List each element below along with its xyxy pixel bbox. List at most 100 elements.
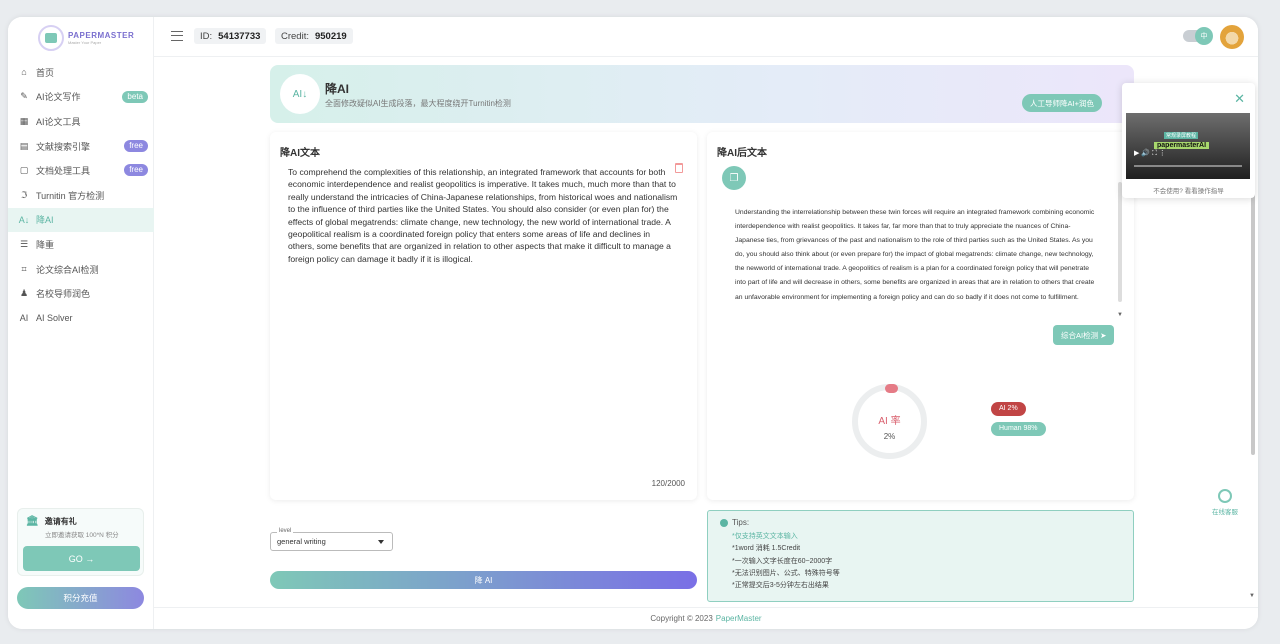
level-label: level bbox=[277, 527, 294, 535]
output-text: Understanding the interrelationship betw… bbox=[735, 209, 1095, 301]
human-mentor-button[interactable]: 人工导师降AI+润色 bbox=[1022, 94, 1102, 112]
human-percent-badge: Human 98% bbox=[991, 422, 1046, 436]
level-select[interactable]: level general writing bbox=[270, 527, 393, 551]
page-banner: AI↓ 降AI 全面修改疑似AI生成段落，最大程度绕开Turnitin检测 人工… bbox=[270, 65, 1134, 123]
sidebar-item[interactable]: ☰ 降重 bbox=[8, 232, 154, 257]
copy-icon[interactable]: ❐ bbox=[722, 166, 746, 190]
sidebar-item-label: AI Solver bbox=[36, 313, 73, 324]
info-icon bbox=[720, 518, 728, 527]
user-id-chip: ID: 54137733 bbox=[194, 28, 267, 44]
input-textarea[interactable]: To comprehend the complexities of this r… bbox=[288, 166, 678, 265]
bank-icon: 🏛 bbox=[26, 516, 39, 527]
sidebar-item[interactable]: ⌂ 首页 bbox=[8, 60, 154, 85]
sidebar-item[interactable]: ▢ 文档处理工具 free bbox=[8, 158, 154, 183]
sidebar: PAPERMASTER Master Your Paper ⌂ 首页 ✎ AI论文写作… bbox=[8, 17, 154, 629]
footer: Copyright © 2023 PaperMaster bbox=[154, 607, 1258, 629]
logo-mark-icon bbox=[38, 25, 64, 51]
sidebar-badge: beta bbox=[122, 90, 148, 103]
tips-title: Tips: bbox=[732, 518, 750, 527]
sidebar-item-label: 论文综合AI检测 bbox=[36, 264, 99, 275]
sidebar-item[interactable]: ℑ Turnitin 官方检测 bbox=[8, 183, 154, 208]
tips-box: Tips: *仅支持英文文本输入 *1word 消耗 1.5Credit *一次… bbox=[707, 510, 1134, 602]
book-icon: ▤ bbox=[19, 140, 29, 151]
user-id-label: ID: bbox=[200, 30, 213, 42]
turnitin-icon: ℑ bbox=[20, 189, 28, 200]
reduce-ai-submit-button[interactable]: 降 AI bbox=[270, 571, 697, 589]
footer-brand-link[interactable]: PaperMaster bbox=[716, 614, 762, 623]
reduce-dup-icon: ☰ bbox=[19, 238, 29, 249]
page-scroll-down-icon[interactable]: ▼ bbox=[1249, 593, 1255, 599]
output-panel-title: 降AI后文本 bbox=[717, 148, 767, 159]
app-window: PAPERMASTER Master Your Paper ⌂ 首页 ✎ AI论文写作… bbox=[8, 17, 1258, 629]
chevron-down-icon bbox=[378, 540, 384, 544]
online-service-button[interactable]: 在线客服 bbox=[1210, 489, 1240, 516]
sidebar-item[interactable]: ▦ AI论文工具 bbox=[8, 109, 154, 134]
sidebar-item[interactable]: ♟ 名校导师润色 bbox=[8, 281, 154, 306]
sidebar-badge: free bbox=[124, 139, 148, 152]
page-subtitle: 全面修改疑似AI生成段落，最大程度绕开Turnitin检测 bbox=[325, 99, 511, 108]
sidebar-item-label: 文档处理工具 bbox=[36, 166, 91, 177]
tips-list: *仅支持英文文本输入 *1word 消耗 1.5Credit *一次输入文字长度… bbox=[732, 531, 840, 592]
logo-tagline: Master Your Paper bbox=[68, 40, 102, 45]
home-icon: ⌂ bbox=[21, 67, 27, 78]
output-scrollbar[interactable] bbox=[1118, 182, 1122, 302]
edit-icon: ✎ bbox=[20, 91, 28, 102]
input-panel-title: 降AI文本 bbox=[280, 148, 320, 159]
ai-rate-gauge: AI 率 2% bbox=[852, 384, 927, 459]
invite-title: 邀请有礼 bbox=[44, 517, 77, 526]
page-title: 降AI bbox=[325, 82, 350, 96]
word-count: 120/2000 bbox=[651, 479, 685, 488]
sidebar-item-label: Turnitin 官方检测 bbox=[36, 190, 105, 201]
video-progress-bar[interactable] bbox=[1134, 165, 1242, 167]
sidebar-item[interactable]: ⌗ 论文综合AI检测 bbox=[8, 257, 154, 282]
copyright-text: Copyright © 2023 bbox=[650, 614, 713, 623]
ai-percent-badge: AI 2% bbox=[991, 402, 1026, 416]
gauge-label: AI 率 bbox=[878, 416, 901, 427]
sidebar-item-label: 文献搜索引擎 bbox=[36, 141, 91, 152]
headset-icon bbox=[1218, 489, 1232, 503]
sidebar-item-label: 降AI bbox=[36, 215, 54, 226]
invite-go-button[interactable]: GO → bbox=[23, 546, 140, 571]
sidebar-item-label: 首页 bbox=[36, 67, 55, 78]
main-content: AI↓ 降AI 全面修改疑似AI生成段落，最大程度绕开Turnitin检测 人工… bbox=[154, 57, 1258, 629]
scan-icon: ⌗ bbox=[21, 263, 27, 274]
credit-label: Credit: bbox=[281, 30, 309, 42]
sidebar-item[interactable]: AI AI Solver bbox=[8, 306, 154, 331]
gauge-value: 2% bbox=[883, 432, 896, 441]
user-id-value: 54137733 bbox=[218, 30, 261, 42]
sidebar-item[interactable]: ▤ 文献搜索引擎 free bbox=[8, 134, 154, 159]
close-icon[interactable]: ✕ bbox=[1234, 91, 1245, 107]
reduce-ai-icon: AI↓ bbox=[280, 74, 320, 114]
online-service-label: 在线客服 bbox=[1212, 509, 1238, 516]
credit-value: 950219 bbox=[314, 30, 347, 42]
hamburger-menu-icon[interactable] bbox=[171, 31, 183, 41]
avatar[interactable] bbox=[1220, 25, 1244, 49]
level-value: general writing bbox=[277, 537, 326, 546]
language-toggle[interactable]: 中 bbox=[1183, 27, 1213, 45]
logo-text: PAPERMASTER bbox=[68, 31, 135, 40]
logo[interactable]: PAPERMASTER Master Your Paper bbox=[38, 25, 134, 51]
sidebar-item-label: AI论文写作 bbox=[36, 92, 81, 103]
sidebar-item-label: 降重 bbox=[36, 239, 55, 250]
tip-item: *仅支持英文文本输入 bbox=[732, 533, 798, 540]
invite-card: 🏛 邀请有礼 立即邀请获取 100*N 积分 GO → bbox=[17, 508, 144, 576]
tip-item: *正常提交后3-5分钟左右出结果 bbox=[732, 582, 829, 590]
recharge-button[interactable]: 积分充值 bbox=[17, 587, 144, 609]
sidebar-badge: free bbox=[124, 164, 148, 177]
tip-item: *一次输入文字长度在60~2000字 bbox=[732, 557, 833, 565]
document-icon: ▢ bbox=[19, 165, 29, 176]
ai-detect-button[interactable]: 综合AI检测 ➤ bbox=[1053, 325, 1115, 345]
video-controls[interactable]: ▶ 🔊 ⛶ ⋮ bbox=[1134, 149, 1166, 158]
tools-icon: ▦ bbox=[19, 115, 29, 126]
mentor-icon: ♟ bbox=[19, 288, 29, 299]
video-player[interactable]: 常规录屏教程 papermasterAI ▶ 🔊 ⛶ ⋮ bbox=[1126, 113, 1250, 179]
reduce-ai-icon: A↓ bbox=[18, 214, 30, 225]
video-top-label: 常规录屏教程 bbox=[1164, 132, 1199, 139]
output-panel: 降AI后文本 ❐ Understanding the interrelation… bbox=[707, 132, 1134, 500]
sidebar-item[interactable]: A↓ 降AI bbox=[8, 207, 154, 233]
scroll-down-icon[interactable]: ▼ bbox=[1117, 312, 1123, 318]
language-knob: 中 bbox=[1195, 27, 1213, 45]
video-title: papermasterAI bbox=[1154, 142, 1210, 149]
video-hint[interactable]: 不会使用? 看看操作指导 bbox=[1122, 185, 1255, 195]
sidebar-item[interactable]: ✎ AI论文写作 beta bbox=[8, 85, 154, 110]
